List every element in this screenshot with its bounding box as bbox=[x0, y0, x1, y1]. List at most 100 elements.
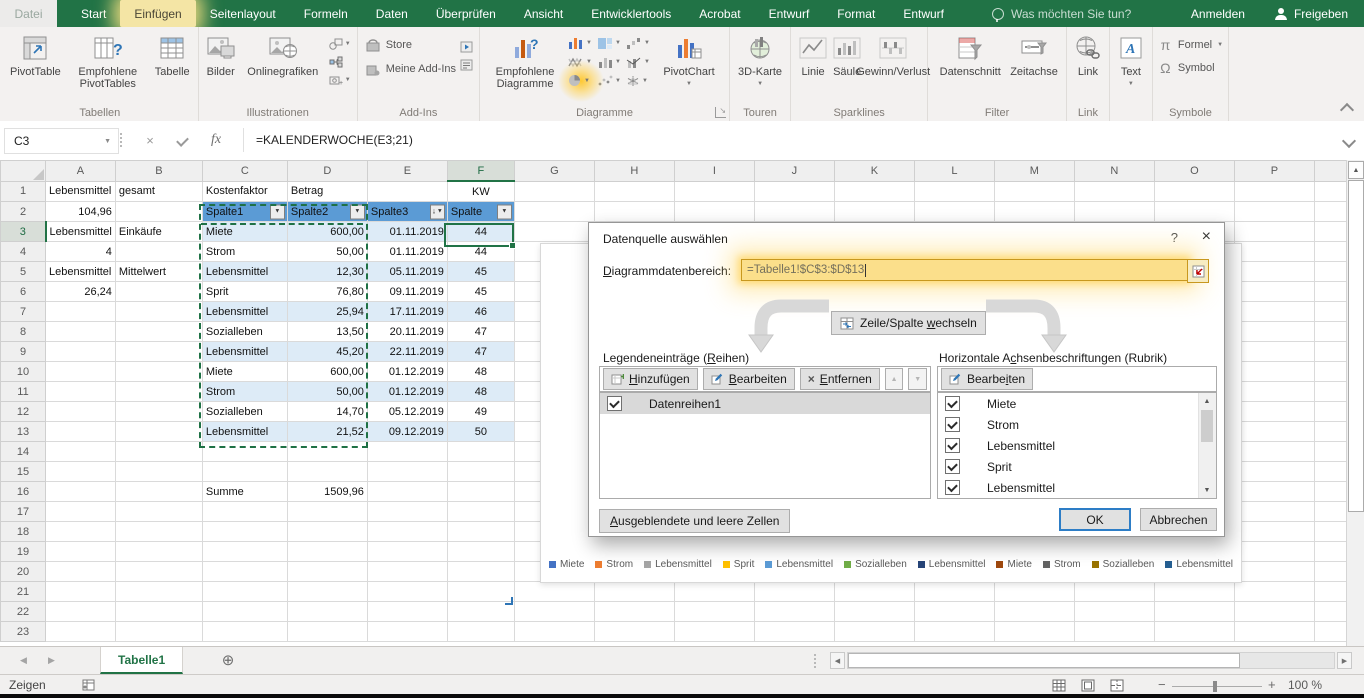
cell-A19[interactable] bbox=[46, 542, 116, 562]
select-all-corner[interactable] bbox=[1, 161, 46, 182]
cell-E1[interactable] bbox=[367, 181, 447, 202]
scroll-thumb[interactable] bbox=[848, 653, 1240, 668]
pivottable-button[interactable]: PivotTable bbox=[7, 31, 64, 80]
cell-P21[interactable] bbox=[1234, 582, 1314, 602]
cell-partial-10[interactable] bbox=[1314, 362, 1349, 382]
cell-L1[interactable] bbox=[914, 181, 994, 202]
cell-partial-21[interactable] bbox=[1314, 582, 1349, 602]
cell-partial-13[interactable] bbox=[1314, 422, 1349, 442]
cell-K21[interactable] bbox=[834, 582, 914, 602]
cell-partial-16[interactable] bbox=[1314, 482, 1349, 502]
radar-chart-button[interactable]: ▼ bbox=[625, 73, 652, 88]
ribbon-tab-ansicht[interactable]: Ansicht bbox=[510, 0, 577, 27]
cell-F13[interactable]: 50 bbox=[447, 422, 514, 442]
cell-C9[interactable]: Lebensmittel bbox=[202, 342, 287, 362]
cell-E14[interactable] bbox=[367, 442, 447, 462]
cell-P22[interactable] bbox=[1234, 602, 1314, 622]
ribbon-tab-überprüfen[interactable]: Überprüfen bbox=[422, 0, 510, 27]
store-button[interactable]: Store bbox=[363, 35, 459, 55]
cell-P8[interactable] bbox=[1234, 322, 1314, 342]
cell-F8[interactable]: 47 bbox=[447, 322, 514, 342]
scroll-thumb[interactable] bbox=[1201, 410, 1213, 442]
text-button[interactable]: A Text▼ bbox=[1115, 31, 1147, 89]
scroll-thumb[interactable] bbox=[1348, 180, 1364, 512]
row-header-22[interactable]: 22 bbox=[1, 602, 46, 622]
axis-labels-list[interactable]: MieteStromLebensmittelSpritLebensmittel … bbox=[937, 392, 1217, 499]
cell-A10[interactable] bbox=[46, 362, 116, 382]
row-header-9[interactable]: 9 bbox=[1, 342, 46, 362]
row-header-20[interactable]: 20 bbox=[1, 562, 46, 582]
cell-E18[interactable] bbox=[367, 522, 447, 542]
row-header-23[interactable]: 23 bbox=[1, 622, 46, 642]
cell-D18[interactable] bbox=[287, 522, 367, 542]
cell-L2[interactable] bbox=[914, 202, 994, 222]
hscroll-left-icon[interactable]: ◀ bbox=[830, 652, 845, 669]
cell-F19[interactable] bbox=[447, 542, 514, 562]
cell-A7[interactable] bbox=[46, 302, 116, 322]
cell-C4[interactable]: Strom bbox=[202, 242, 287, 262]
collapse-dialog-button[interactable] bbox=[1187, 259, 1209, 283]
cell-partial-12[interactable] bbox=[1314, 402, 1349, 422]
cancel-button[interactable]: Abbrechen bbox=[1140, 508, 1217, 531]
filter-dropdown-icon[interactable]: ▼ bbox=[497, 204, 512, 219]
remove-series-button[interactable]: × Entfernen bbox=[800, 368, 880, 390]
checkbox-checked-icon[interactable] bbox=[945, 417, 960, 432]
macro-record-icon[interactable] bbox=[82, 679, 95, 691]
cell-D4[interactable]: 50,00 bbox=[287, 242, 367, 262]
cell-I22[interactable] bbox=[674, 602, 754, 622]
cell-A9[interactable] bbox=[46, 342, 116, 362]
ribbon-tab-start[interactable]: Start bbox=[67, 0, 120, 27]
cell-A8[interactable] bbox=[46, 322, 116, 342]
addin-small-icon-1[interactable] bbox=[459, 39, 474, 54]
cell-P5[interactable] bbox=[1234, 262, 1314, 282]
ribbon-tab-format[interactable]: Format bbox=[823, 0, 889, 27]
cell-P2[interactable] bbox=[1234, 202, 1314, 222]
new-sheet-button[interactable]: ⊕ bbox=[218, 650, 238, 670]
cell-A12[interactable] bbox=[46, 402, 116, 422]
help-icon[interactable]: ? bbox=[1171, 230, 1178, 245]
scroll-down-icon[interactable]: ▼ bbox=[1199, 482, 1215, 498]
cell-partial-17[interactable] bbox=[1314, 502, 1349, 522]
list-item[interactable]: Datenreihen1 bbox=[600, 393, 930, 414]
row-header-19[interactable]: 19 bbox=[1, 542, 46, 562]
sheet-nav-right-icon[interactable]: ▶ bbox=[48, 655, 55, 666]
empfohlene-pivottables-button[interactable]: ? Empfohlene PivotTables bbox=[64, 31, 152, 92]
filter-dropdown-icon[interactable]: ▼ bbox=[270, 204, 285, 219]
cell-D9[interactable]: 45,20 bbox=[287, 342, 367, 362]
cell-F5[interactable]: 45 bbox=[447, 262, 514, 282]
sign-in-button[interactable]: Anmelden bbox=[1191, 7, 1245, 21]
cell-B7[interactable] bbox=[115, 302, 202, 322]
row-header-4[interactable]: 4 bbox=[1, 242, 46, 262]
cell-P18[interactable] bbox=[1234, 522, 1314, 542]
ribbon-tab-entwurf[interactable]: Entwurf bbox=[889, 0, 958, 27]
cell-partial-9[interactable] bbox=[1314, 342, 1349, 362]
cell-J1[interactable] bbox=[754, 181, 834, 202]
cell-C17[interactable] bbox=[202, 502, 287, 522]
cell-A13[interactable] bbox=[46, 422, 116, 442]
cell-F2[interactable]: Spalte▼ bbox=[447, 202, 514, 222]
add-series-button[interactable]: Hinzufügen bbox=[603, 368, 698, 390]
row-header-12[interactable]: 12 bbox=[1, 402, 46, 422]
cell-partial-5[interactable] bbox=[1314, 262, 1349, 282]
cell-P4[interactable] bbox=[1234, 242, 1314, 262]
zoom-level[interactable]: 100 % bbox=[1288, 678, 1322, 692]
cell-F21[interactable] bbox=[447, 582, 514, 602]
tab-datei[interactable]: Datei bbox=[0, 0, 57, 27]
cell-D14[interactable] bbox=[287, 442, 367, 462]
cell-C2[interactable]: Spalte1▼ bbox=[202, 202, 287, 222]
cell-K1[interactable] bbox=[834, 181, 914, 202]
cell-P20[interactable] bbox=[1234, 562, 1314, 582]
zoom-slider[interactable] bbox=[1172, 686, 1262, 687]
list-item[interactable]: Lebensmittel bbox=[938, 435, 1216, 456]
cell-N22[interactable] bbox=[1074, 602, 1154, 622]
cell-C22[interactable] bbox=[202, 602, 287, 622]
datenschnitt-button[interactable]: Datenschnitt bbox=[933, 31, 1007, 80]
row-header-10[interactable]: 10 bbox=[1, 362, 46, 382]
cell-H2[interactable] bbox=[594, 202, 674, 222]
cell-M2[interactable] bbox=[994, 202, 1074, 222]
cell-G23[interactable] bbox=[514, 622, 594, 642]
insert-function-button[interactable]: fx bbox=[202, 128, 230, 152]
cell-E2[interactable]: Spalte3↓▼ bbox=[367, 202, 447, 222]
cell-P3[interactable] bbox=[1234, 222, 1314, 242]
cell-H1[interactable] bbox=[594, 181, 674, 202]
